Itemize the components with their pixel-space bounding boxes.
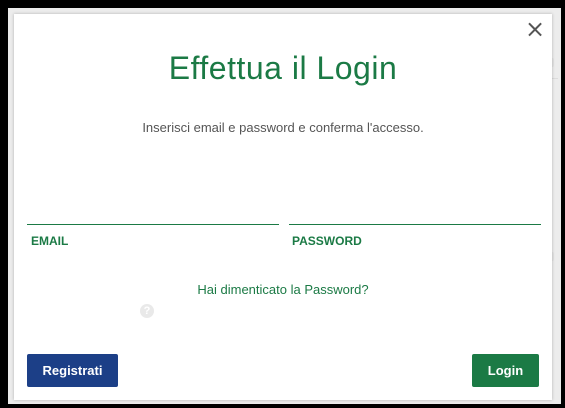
screen: × Effettua il Login Inserisci email e pa… (0, 0, 565, 408)
close-icon[interactable]: × (524, 17, 546, 41)
password-field[interactable] (289, 202, 541, 225)
forgot-password-link[interactable]: Hai dimenticato la Password? (14, 282, 552, 297)
login-button[interactable]: Login (472, 354, 539, 387)
email-label: EMAIL (31, 234, 69, 248)
login-modal: × Effettua il Login Inserisci email e pa… (14, 14, 552, 400)
question-circle-icon: ? (140, 304, 154, 318)
modal-title: Effettua il Login (168, 50, 398, 86)
email-field[interactable] (27, 202, 279, 225)
password-label: PASSWORD (292, 234, 362, 248)
register-button[interactable]: Registrati (27, 354, 118, 387)
modal-subtitle: Inserisci email e password e conferma l'… (142, 120, 424, 135)
